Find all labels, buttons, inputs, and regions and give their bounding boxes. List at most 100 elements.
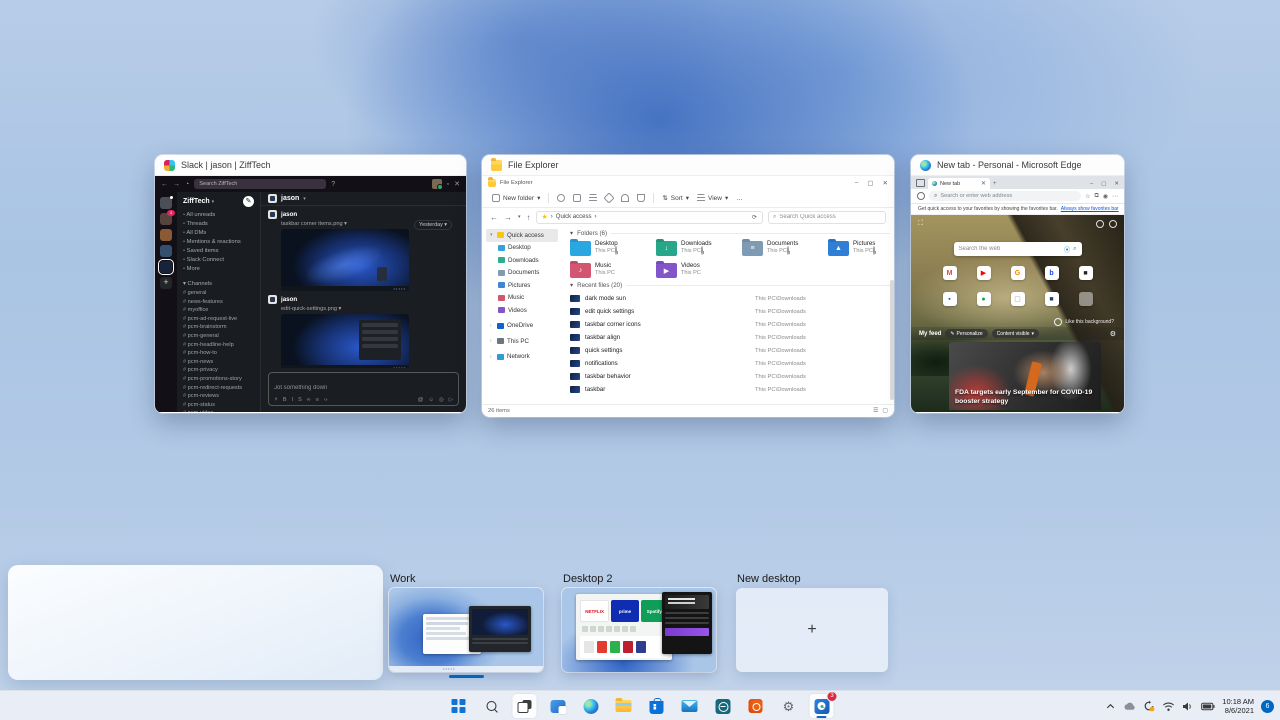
close-icon[interactable]: ✕ bbox=[1114, 181, 1119, 187]
maximize-icon[interactable]: ▢ bbox=[1101, 181, 1106, 187]
chat-app-taskbar-icon[interactable] bbox=[711, 694, 735, 718]
web-search-input[interactable] bbox=[959, 246, 1062, 252]
channel-item[interactable]: pcm-general bbox=[183, 332, 260, 341]
share-icon[interactable] bbox=[621, 194, 629, 202]
recent-file-row[interactable]: taskbar corner iconsThis PC\Downloads bbox=[570, 318, 890, 331]
recent-file-row[interactable]: dark mode sunThis PC\Downloads bbox=[570, 292, 890, 305]
view-button[interactable]: View ▾ bbox=[697, 194, 728, 202]
recent-file-row[interactable]: quick settingsThis PC\Downloads bbox=[570, 344, 890, 357]
back-icon[interactable]: ← bbox=[490, 213, 498, 222]
quick-link-site[interactable]: ▢ bbox=[1011, 292, 1025, 306]
history-back-icon[interactable]: ← bbox=[161, 181, 168, 188]
new-desktop-button[interactable]: + bbox=[736, 588, 888, 672]
search-button[interactable] bbox=[480, 694, 504, 718]
mic-icon[interactable]: ◎ bbox=[439, 397, 444, 403]
channel-item[interactable]: pcm-news bbox=[183, 358, 260, 367]
cut-icon[interactable] bbox=[557, 194, 565, 202]
channels-section-header[interactable]: ▾ Channels bbox=[183, 279, 260, 289]
paste-icon[interactable] bbox=[589, 194, 597, 202]
large-icons-view-icon[interactable]: ▢ bbox=[882, 407, 888, 414]
sidebar-item-all-dms[interactable]: All DMs bbox=[183, 229, 260, 238]
add-site-tile[interactable] bbox=[1079, 292, 1093, 306]
sidebar-item-mentions[interactable]: Mentions & reactions bbox=[183, 238, 260, 247]
recent-file-row[interactable]: taskbar alignThis PC\Downloads bbox=[570, 331, 890, 344]
tab-close-icon[interactable]: ✕ bbox=[981, 180, 986, 187]
workspace-switcher-icon[interactable] bbox=[160, 213, 172, 225]
sidebar-item-network[interactable]: ›Network bbox=[486, 351, 558, 364]
office-taskbar-icon[interactable] bbox=[744, 694, 768, 718]
recent-files-section-header[interactable]: ▾ Recent files (20) bbox=[570, 282, 890, 289]
tab-actions-icon[interactable] bbox=[916, 179, 925, 187]
code-icon[interactable]: ‹› bbox=[324, 397, 328, 403]
conversation-title[interactable]: jason bbox=[281, 195, 299, 202]
workspace-switcher-icon[interactable] bbox=[160, 245, 172, 257]
quick-link-gmail[interactable]: M bbox=[943, 266, 957, 280]
channel-item[interactable]: pcm-headline-help bbox=[183, 341, 260, 350]
edge-address-input[interactable] bbox=[940, 193, 1076, 199]
desktop-thumbnail-desktop2[interactable]: NETFLIXprimeSpotify bbox=[562, 588, 716, 672]
quick-link-youtube[interactable]: ▶ bbox=[977, 266, 991, 280]
desktop-label-new[interactable]: New desktop bbox=[737, 573, 801, 585]
folder-tile-downloads[interactable]: ↓DownloadsThis PC bbox=[656, 240, 742, 256]
message-image-attachment[interactable] bbox=[281, 314, 409, 368]
battery-icon[interactable] bbox=[1201, 702, 1215, 711]
volume-icon[interactable] bbox=[1182, 701, 1194, 712]
page-layout-icon[interactable]: ⛶ bbox=[918, 220, 923, 228]
sidebar-item-quick-access[interactable]: ▾Quick access bbox=[486, 229, 558, 242]
composer-input[interactable] bbox=[274, 385, 453, 391]
link-icon[interactable]: ∞ bbox=[307, 397, 311, 403]
sidebar-item-saved[interactable]: Saved items bbox=[183, 247, 260, 256]
content-visible-button[interactable]: Content visible ▾ bbox=[992, 329, 1039, 338]
sidebar-item-desktop[interactable]: Desktop bbox=[486, 242, 558, 255]
slack-taskbar-icon[interactable]: 3 bbox=[810, 694, 834, 718]
sort-button[interactable]: ⇅ Sort ▾ bbox=[662, 194, 689, 202]
sync-update-icon[interactable] bbox=[1143, 700, 1155, 712]
edge-address-bar[interactable]: ⌕ bbox=[929, 191, 1081, 201]
sidebar-item-all-unreads[interactable]: All unreads bbox=[183, 211, 260, 220]
taskbar-clock[interactable]: 10:18 AM 8/6/2021 bbox=[1222, 697, 1254, 715]
explorer-search-input[interactable] bbox=[779, 214, 881, 220]
folder-tile-desktop[interactable]: DesktopThis PC bbox=[570, 240, 656, 256]
channel-item[interactable]: pcm-reviews bbox=[183, 392, 260, 401]
mic-icon[interactable]: ⦿ bbox=[1064, 245, 1070, 254]
help-icon[interactable]: ? bbox=[331, 181, 335, 188]
workspace-switcher-icon-active[interactable] bbox=[160, 261, 172, 273]
history-forward-icon[interactable]: → bbox=[173, 181, 180, 188]
ordered-list-icon[interactable]: ≡ bbox=[316, 397, 319, 403]
folder-tile-documents[interactable]: ≡DocumentsThis PC bbox=[742, 240, 828, 256]
collections-icon[interactable]: ⧉ bbox=[1094, 193, 1098, 200]
maximize-icon[interactable]: ▢ bbox=[867, 179, 873, 187]
strikethrough-icon[interactable]: S bbox=[298, 397, 302, 403]
recent-file-row[interactable]: edit quick settingsThis PC\Downloads bbox=[570, 305, 890, 318]
wifi-icon[interactable] bbox=[1162, 701, 1175, 712]
copy-icon[interactable] bbox=[573, 194, 581, 202]
task-view-button[interactable] bbox=[513, 694, 537, 718]
profile-avatar-icon[interactable] bbox=[1109, 220, 1117, 228]
mail-taskbar-icon[interactable] bbox=[678, 694, 702, 718]
details-view-icon[interactable]: ☰ bbox=[873, 407, 878, 414]
forward-icon[interactable]: → bbox=[504, 213, 512, 222]
channel-item[interactable]: news-features bbox=[183, 298, 260, 307]
workspace-name[interactable]: ZiffTech ▾ bbox=[183, 198, 214, 205]
microsoft-store-taskbar-icon[interactable] bbox=[645, 694, 669, 718]
recent-locations-icon[interactable]: ▾ bbox=[518, 214, 521, 220]
sidebar-item-threads[interactable]: Threads bbox=[183, 220, 260, 229]
message-attachment-name[interactable]: edit-quick-settings.png ▾ bbox=[281, 306, 459, 312]
sidebar-item-documents[interactable]: Documents bbox=[486, 267, 558, 280]
start-button[interactable] bbox=[447, 694, 471, 718]
sidebar-item-videos[interactable]: Videos bbox=[486, 304, 558, 317]
new-folder-button[interactable]: New folder ▾ bbox=[492, 194, 540, 202]
channel-item[interactable]: pcm-redirect-requests bbox=[183, 384, 260, 393]
quick-link-site[interactable]: ■ bbox=[1045, 292, 1059, 306]
search-icon[interactable]: ⌕ bbox=[1073, 246, 1076, 253]
favorites-icon[interactable]: ☆ bbox=[1085, 193, 1090, 200]
refresh-icon[interactable]: ⟳ bbox=[752, 214, 757, 221]
quick-link-site[interactable]: ● bbox=[977, 292, 991, 306]
send-icon[interactable]: ▷ bbox=[449, 397, 453, 403]
shortcuts-icon[interactable]: ⚡ bbox=[274, 397, 278, 403]
scrollbar[interactable] bbox=[890, 280, 894, 400]
window-minimize-icon[interactable]: ▫ bbox=[447, 181, 449, 188]
date-divider[interactable]: Yesterday ▾ bbox=[414, 220, 452, 230]
quick-link-google[interactable]: G bbox=[1011, 266, 1025, 280]
sidebar-item-slack-connect[interactable]: Slack Connect bbox=[183, 256, 260, 265]
